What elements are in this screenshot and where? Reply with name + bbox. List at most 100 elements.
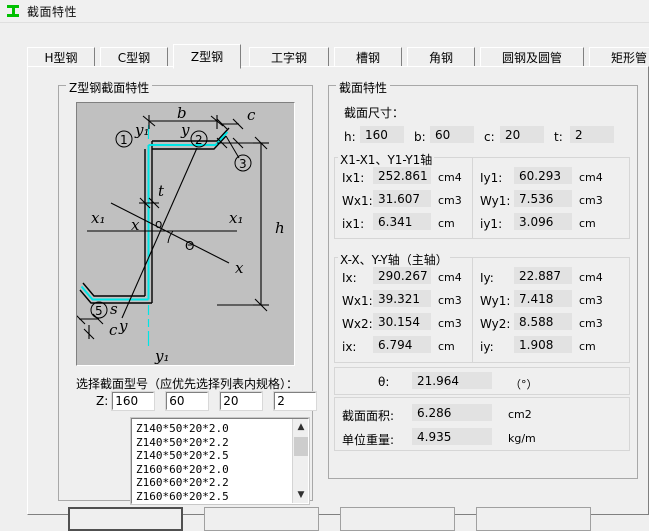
axis1-right-label-1: Wy1: bbox=[480, 194, 511, 208]
group-z-section-properties: Z型钢截面特性 b h c c t x x x₁ x₁ y₁ y₁ y y s … bbox=[58, 79, 318, 505]
svg-text:s: s bbox=[110, 300, 118, 318]
axis1-right-value-1: 7.536 bbox=[514, 190, 572, 207]
svg-text:x₁: x₁ bbox=[91, 209, 105, 227]
tab-label: 工字钢 bbox=[270, 50, 307, 65]
panel-divider-2 bbox=[472, 257, 473, 363]
axis1-left-value-2: 6.341 bbox=[373, 213, 431, 230]
select-section-model-label: 选择截面型号（应优先选择列表内规格）： bbox=[76, 377, 299, 391]
axis2-right-label-2: Wy2: bbox=[480, 317, 511, 331]
z-input-h[interactable] bbox=[111, 391, 156, 411]
axis1-right-label-0: Iy1: bbox=[480, 171, 503, 185]
tab-5[interactable]: 角钢 bbox=[407, 47, 475, 67]
z-input-t[interactable] bbox=[273, 391, 318, 411]
axis1-left-unit-2: cm bbox=[438, 217, 455, 230]
list-item[interactable]: Z140*50*20*2.0 bbox=[136, 422, 292, 436]
bottom-button-1[interactable] bbox=[204, 507, 319, 531]
svg-text:3: 3 bbox=[239, 157, 247, 171]
svg-text:5: 5 bbox=[95, 304, 103, 318]
listbox-items: Z140*50*20*2.0 Z140*50*20*2.2 Z140*50*20*2… bbox=[132, 419, 292, 503]
dim-label-c: c: bbox=[484, 130, 495, 144]
summary-value-0: 6.286 bbox=[412, 404, 492, 421]
axis1-right-value-2: 3.096 bbox=[514, 213, 572, 230]
listbox-scrollbar[interactable]: ▲ ▼ bbox=[292, 419, 308, 503]
group-section-properties: 截面特性 截面尺寸： h: 160 b: 60 c: 20 t: 2 X1-X1… bbox=[328, 79, 638, 479]
tab-page-z-section: Z型钢截面特性 b h c c t x x x₁ x₁ y₁ y₁ y y s … bbox=[27, 66, 649, 515]
tab-1[interactable]: C型钢 bbox=[100, 47, 168, 67]
chevron-up-icon[interactable]: ▲ bbox=[293, 419, 308, 435]
list-item[interactable]: Z140*50*20*2.2 bbox=[136, 436, 292, 450]
tab-2[interactable]: Z型钢 bbox=[173, 44, 241, 69]
bottom-button-2[interactable] bbox=[340, 507, 455, 531]
svg-text:x: x bbox=[131, 216, 140, 234]
svg-text:1: 1 bbox=[120, 133, 128, 147]
list-item[interactable]: Z160*60*20*2.0 bbox=[136, 463, 292, 477]
axis2-right-unit-3: cm bbox=[579, 340, 596, 353]
i-beam-icon bbox=[6, 4, 20, 18]
dim-value-t[interactable]: 2 bbox=[570, 126, 614, 143]
dim-value-c[interactable]: 20 bbox=[500, 126, 544, 143]
svg-text:y: y bbox=[118, 317, 128, 335]
bottom-button-0[interactable] bbox=[68, 507, 183, 531]
axis1-heading: X1-X1、Y1-Y1轴 bbox=[338, 151, 435, 168]
section-diagram: b h c c t x x x₁ x₁ y₁ y₁ y y s o Θ 1 2 … bbox=[76, 102, 295, 366]
tab-label: 圆钢及圆管 bbox=[501, 50, 562, 65]
dim-value-h[interactable]: 160 bbox=[360, 126, 404, 143]
svg-text:t: t bbox=[158, 182, 165, 200]
z-input-b[interactable] bbox=[165, 391, 210, 411]
tab-3[interactable]: 工字钢 bbox=[249, 47, 329, 67]
axis2-left-unit-0: cm4 bbox=[438, 271, 462, 284]
svg-text:Θ: Θ bbox=[185, 239, 194, 253]
tab-0[interactable]: H型钢 bbox=[27, 47, 95, 67]
z-dimension-input-row: Z: bbox=[96, 391, 318, 411]
z-input-c[interactable] bbox=[219, 391, 264, 411]
list-item[interactable]: Z160*60*20*2.5 bbox=[136, 490, 292, 504]
axis2-right-value-0: 22.887 bbox=[514, 267, 572, 284]
svg-text:c: c bbox=[109, 321, 118, 339]
axis2-left-value-3: 6.794 bbox=[373, 336, 431, 353]
client-area: H型钢 C型钢 Z型钢 工字钢 槽钢 角钢 圆钢及圆管 矩形管 Z型钢截面特性 bbox=[0, 23, 649, 515]
section-model-listbox[interactable]: Z140*50*20*2.0 Z140*50*20*2.2 Z140*50*20*2… bbox=[130, 417, 310, 505]
dimensions-heading: 截面尺寸： bbox=[344, 106, 405, 120]
svg-text:h: h bbox=[275, 219, 285, 237]
tab-6[interactable]: 圆钢及圆管 bbox=[480, 47, 584, 67]
axis2-left-label-2: Wx2: bbox=[342, 317, 373, 331]
axis1-right-label-2: iy1: bbox=[480, 217, 503, 231]
axis1-right-value-0: 60.293 bbox=[514, 167, 572, 184]
list-item[interactable]: Z160*60*20*2.2 bbox=[136, 476, 292, 490]
axis2-left-unit-1: cm3 bbox=[438, 294, 462, 307]
tab-label: 槽钢 bbox=[355, 50, 380, 65]
axis2-right-unit-1: cm3 bbox=[579, 294, 603, 307]
svg-text:x₁: x₁ bbox=[229, 209, 243, 227]
tab-strip: H型钢 C型钢 Z型钢 工字钢 槽钢 角钢 圆钢及圆管 矩形管 bbox=[27, 44, 649, 69]
tab-7[interactable]: 矩形管 bbox=[589, 47, 649, 67]
chevron-down-icon[interactable]: ▼ bbox=[293, 487, 308, 503]
axis2-left-unit-3: cm bbox=[438, 340, 455, 353]
axis1-right-unit-0: cm4 bbox=[579, 171, 603, 184]
svg-text:y₁: y₁ bbox=[154, 347, 170, 365]
dim-label-h: h: bbox=[344, 130, 356, 144]
axis1-left-label-1: Wx1: bbox=[342, 194, 373, 208]
tab-4[interactable]: 槽钢 bbox=[334, 47, 402, 67]
axis2-right-label-1: Wy1: bbox=[480, 294, 511, 308]
theta-label: θ: bbox=[378, 375, 390, 389]
svg-text:y: y bbox=[180, 121, 190, 139]
axis2-left-value-0: 290.267 bbox=[373, 267, 431, 284]
svg-text:o: o bbox=[155, 217, 162, 231]
z-prefix-label: Z: bbox=[96, 394, 109, 408]
svg-text:c: c bbox=[247, 106, 256, 124]
axis2-right-label-3: iy: bbox=[480, 340, 494, 354]
axis1-right-unit-2: cm bbox=[579, 217, 596, 230]
list-item[interactable]: Z140*50*20*2.5 bbox=[136, 449, 292, 463]
dim-value-b[interactable]: 60 bbox=[430, 126, 474, 143]
theta-unit: （°） bbox=[510, 378, 538, 391]
scrollbar-thumb[interactable] bbox=[294, 437, 308, 456]
axis1-left-unit-0: cm4 bbox=[438, 171, 462, 184]
axis2-right-label-0: Iy: bbox=[480, 271, 494, 285]
axis2-heading: X-X、Y-Y轴（主轴） bbox=[338, 251, 450, 268]
bottom-button-3[interactable] bbox=[476, 507, 591, 531]
svg-text:b: b bbox=[177, 104, 187, 122]
axis1-left-unit-1: cm3 bbox=[438, 194, 462, 207]
axis2-left-label-3: ix: bbox=[342, 340, 357, 354]
axis2-right-value-3: 1.908 bbox=[514, 336, 572, 353]
tab-label: Z型钢 bbox=[190, 50, 224, 64]
